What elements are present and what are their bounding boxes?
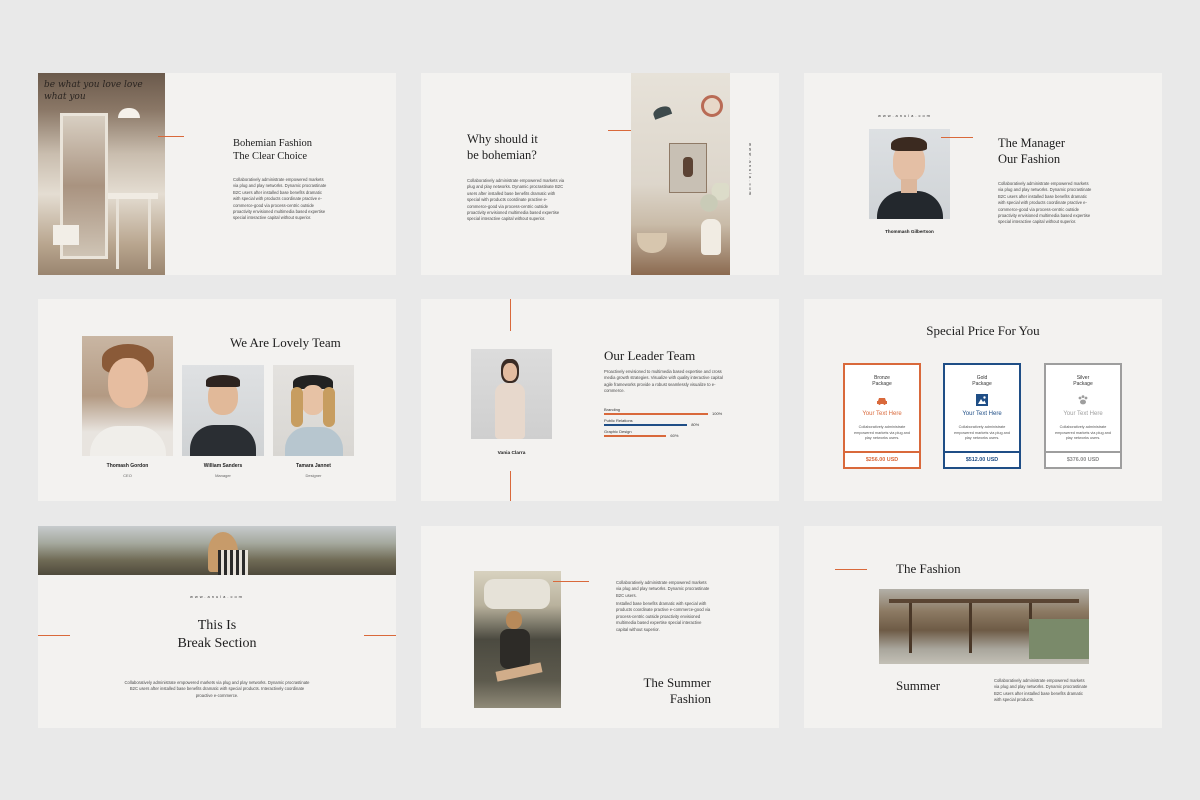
slide-title: This Is Break Section <box>177 618 257 651</box>
member-role: CEO <box>123 473 132 478</box>
member-role: Manager <box>215 473 231 478</box>
skill-bar <box>604 435 667 437</box>
team-member: Tamara Jannet Designer <box>273 463 354 478</box>
slide-summer-fashion[interactable]: Collaboratively administrate empowered m… <box>421 526 779 728</box>
slide-body-text: Proactively envisioned to multimedia bas… <box>604 369 723 394</box>
package-text: Your Text Here <box>862 411 902 417</box>
price-card[interactable]: Gold Package Your Text Here Collaboratively… <box>943 363 1021 469</box>
team-photo-3 <box>273 365 354 456</box>
slide-title: We Are Lovely Team <box>230 335 341 350</box>
slide-body-text: Collaboratively administrate empowered m… <box>467 178 565 222</box>
slide-title: The Fashion <box>896 561 961 576</box>
slide-leader-team[interactable]: Vania Clarra Our Leader Team Proactively… <box>421 299 779 501</box>
package-price[interactable]: $512.00 USD <box>945 451 1019 467</box>
slide-body-text: Collaboratively administrate empowered m… <box>998 181 1092 225</box>
car-icon <box>845 393 919 411</box>
slide-manager[interactable]: www.anula.com Thommash Gilbertson The Ma… <box>804 73 1162 275</box>
slide-lovely-team[interactable]: We Are Lovely Team Thomash Gordon CEO Wi… <box>38 299 396 501</box>
package-desc: Collaboratively administrate empowered m… <box>954 425 1010 441</box>
slide-why-bohemian[interactable]: Why should it be bohemian? Collaborative… <box>421 73 779 275</box>
slide-body-text: Collaboratively administrate empowered m… <box>233 177 327 221</box>
member-name: Thomash Gordon <box>106 463 149 469</box>
manager-photo <box>869 129 950 219</box>
accent-line-top <box>510 299 511 331</box>
package-name: Gold Package <box>972 375 992 387</box>
skill-value: 100% <box>712 411 723 416</box>
wall-decor-photo <box>631 73 730 275</box>
skill-label: Public Relations <box>604 418 633 423</box>
slide-title: The Manager Our Fashion <box>998 136 1065 166</box>
accent-line-bottom <box>510 471 511 501</box>
package-desc: Collaboratively administrate empowered m… <box>854 425 910 441</box>
slide-title: Our Leader Team <box>604 348 696 363</box>
side-url-text: www.anula.com <box>748 143 753 198</box>
paw-icon <box>1046 393 1120 411</box>
slide-bohemian-fashion[interactable]: be what you love love what you Bohemian … <box>38 73 396 275</box>
skill-bar <box>604 413 708 415</box>
mirror-room-photo: be what you love love what you <box>38 73 165 275</box>
leader-photo <box>471 349 552 439</box>
team-photo-2 <box>182 365 264 456</box>
slide-break-section[interactable]: www.anula.com This Is Break Section Coll… <box>38 526 396 728</box>
manager-name: Thommash Gilbertson <box>885 229 934 234</box>
price-card[interactable]: Silver Package Your Text Here Collaborative… <box>1044 363 1122 469</box>
package-text: Your Text Here <box>962 411 1002 417</box>
member-role: Designer <box>305 473 322 478</box>
accent-line <box>553 581 589 582</box>
slide-title: Special Price For You <box>926 323 1040 338</box>
landscape-icon <box>945 393 1019 411</box>
package-text: Your Text Here <box>1063 411 1103 417</box>
package-name: Silver Package <box>1073 375 1093 387</box>
price-card[interactable]: Bronze Package Your Text Here Collaborative… <box>843 363 921 469</box>
member-name: Tamara Jannet <box>296 463 331 469</box>
slide-body-text-1: Collaboratively administrate empowered m… <box>616 580 710 598</box>
slide-body-text-2: Installed base benefits dramatic with sp… <box>616 601 711 632</box>
member-name: William Sanders <box>203 463 243 469</box>
leader-name: Vania Clarra <box>497 451 526 456</box>
site-url: www.anula.com <box>878 113 933 118</box>
accent-line <box>941 137 973 138</box>
slide-title: Why should it be bohemian? <box>467 132 538 162</box>
package-desc: Collaboratively administrate empowered m… <box>1055 425 1111 441</box>
slide-title: Bohemian Fashion The Clear Choice <box>233 138 313 163</box>
skill-value: 60% <box>670 433 679 438</box>
van-photo <box>474 571 561 708</box>
slide-body-text: Collaboratively administrate empowered m… <box>124 680 310 698</box>
package-name: Bronze Package <box>872 375 892 387</box>
slide-body-text: Collaboratively administrate empowered m… <box>994 678 1088 703</box>
skill-value: 80% <box>691 422 700 427</box>
hills-banner-photo <box>38 526 396 575</box>
accent-line <box>158 136 184 137</box>
terrace-photo <box>879 589 1089 664</box>
slide-subtitle: Summer <box>896 678 941 693</box>
slide-pricing[interactable]: Special Price For You Bronze Package Your … <box>804 299 1162 501</box>
skill-label: Branding <box>604 407 621 412</box>
skill-bar <box>604 424 688 426</box>
package-price[interactable]: $256.00 USD <box>845 451 919 467</box>
package-price[interactable]: $376.00 USD <box>1046 451 1120 467</box>
team-photo-1 <box>82 336 173 456</box>
skill-label: Graphic Design <box>604 429 632 434</box>
team-member: Thomash Gordon CEO <box>82 463 173 478</box>
skills-chart: Branding 100% Public Relations 80% Graphic D… <box>604 407 734 447</box>
slide-title: The Summer Fashion <box>643 675 711 707</box>
site-url: www.anula.com <box>189 594 244 599</box>
accent-line <box>835 569 867 570</box>
slide-the-fashion[interactable]: The Fashion Summer Collaboratively admin… <box>804 526 1162 728</box>
wall-script-text: be what you love love what you <box>44 80 143 102</box>
team-member: William Sanders Manager <box>182 463 264 478</box>
